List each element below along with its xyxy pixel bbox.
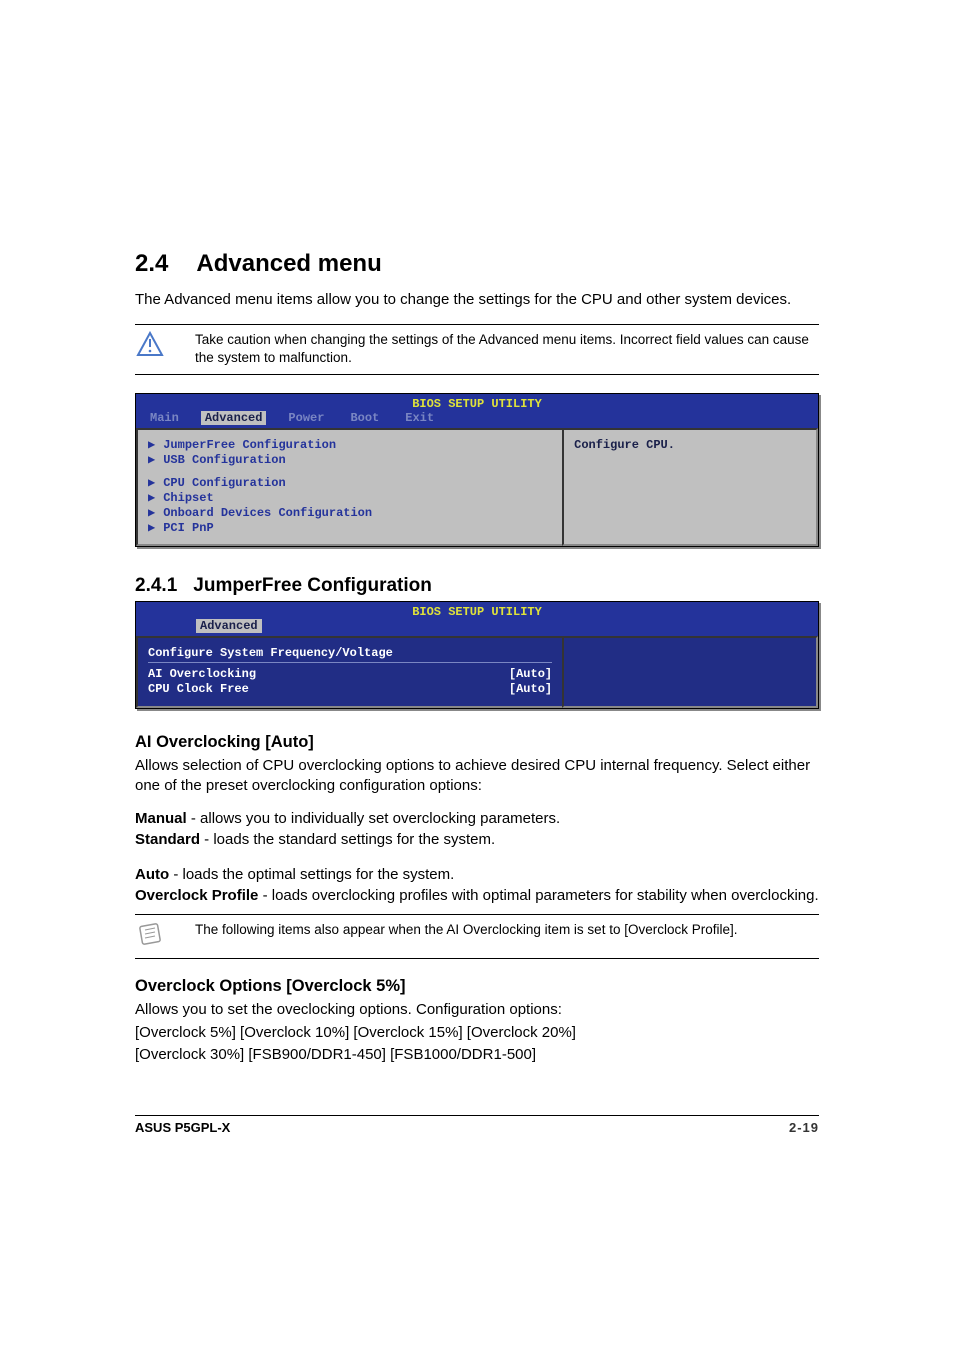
setting-line: [Overclock 30%] [FSB900/DDR1-450] [FSB10…	[135, 1045, 819, 1065]
bios-menu-item: ▶ PCI PnP	[148, 521, 552, 536]
option-name: Manual	[135, 810, 187, 827]
option-desc: - loads overclocking profiles with optim…	[258, 887, 818, 904]
bios-tabs: Main Advanced Power Boot Exit	[136, 411, 818, 428]
bios-setting-value: [Auto]	[509, 682, 552, 698]
bios-setting-value: [Auto]	[509, 667, 552, 683]
setting-heading: AI Overclocking [Auto]	[135, 733, 819, 752]
bios-tab-main: Main	[146, 411, 183, 425]
option-desc: - allows you to individually set overclo…	[187, 810, 561, 827]
bios-help-text: Configure CPU.	[574, 438, 675, 452]
section-title: Advanced menu	[196, 250, 381, 277]
bios-menu-item: ▶ JumperFree Configuration	[148, 438, 552, 453]
note-icon	[135, 921, 173, 952]
caution-block: Take caution when changing the settings …	[135, 324, 819, 374]
bios-menu-item: ▶ Chipset	[148, 491, 552, 506]
option-desc: - loads the optimal settings for the sys…	[169, 866, 454, 883]
bios-menu-item: ▶ USB Configuration	[148, 453, 552, 468]
bios-title: BIOS SETUP UTILITY	[136, 602, 818, 619]
bios-item-label: Onboard Devices Configuration	[163, 506, 372, 521]
option-line: Standard - loads the standard settings f…	[135, 831, 819, 848]
bios-menu-item: ▶ CPU Configuration	[148, 476, 552, 491]
option-name: Standard	[135, 831, 200, 848]
caution-icon	[135, 331, 173, 362]
setting-line: [Overclock 5%] [Overclock 10%] [Overcloc…	[135, 1023, 819, 1043]
bios-tab-advanced: Advanced	[201, 411, 267, 425]
bios-tab-exit: Exit	[401, 411, 438, 425]
caution-text: Take caution when changing the settings …	[173, 331, 819, 367]
subsection-title: JumperFree Configuration	[193, 575, 432, 596]
bios-tab-power: Power	[284, 411, 328, 425]
option-line: Auto - loads the optimal settings for th…	[135, 866, 819, 883]
chevron-right-icon: ▶	[148, 521, 155, 536]
setting-description: Allows selection of CPU overclocking opt…	[135, 756, 819, 797]
section-intro: The Advanced menu items allow you to cha…	[135, 290, 819, 310]
bios-tab-boot: Boot	[346, 411, 383, 425]
subsection-number: 2.4.1	[135, 575, 177, 596]
bios-item-label: JumperFree Configuration	[163, 438, 336, 453]
option-name: Auto	[135, 866, 169, 883]
option-desc: - loads the standard settings for the sy…	[200, 831, 495, 848]
option-line: Manual - allows you to individually set …	[135, 810, 819, 827]
note-text: The following items also appear when the…	[173, 921, 738, 939]
footer-page-number: 2-19	[789, 1120, 819, 1135]
bios-left-panel: Configure System Frequency/Voltage AI Ov…	[136, 636, 562, 708]
chevron-right-icon: ▶	[148, 506, 155, 521]
footer-product: ASUS P5GPL-X	[135, 1120, 230, 1135]
bios-item-label: USB Configuration	[163, 453, 285, 468]
chevron-right-icon: ▶	[148, 476, 155, 491]
bios-screenshot-jumperfree: BIOS SETUP UTILITY Advanced Configure Sy…	[135, 601, 819, 709]
note-block: The following items also appear when the…	[135, 914, 819, 959]
subsection-heading: 2.4.1 JumperFree Configuration	[135, 575, 819, 597]
bios-item-label: CPU Configuration	[163, 476, 285, 491]
bios-item-label: Chipset	[163, 491, 213, 506]
chevron-right-icon: ▶	[148, 453, 155, 468]
option-name: Overclock Profile	[135, 887, 258, 904]
bios-setting-row: CPU Clock Free [Auto]	[148, 682, 552, 698]
bios-screenshot-advanced-menu: BIOS SETUP UTILITY Main Advanced Power B…	[135, 393, 819, 547]
bios-help-panel	[562, 636, 818, 708]
section-number: 2.4	[135, 250, 168, 278]
section-heading: 2.4 Advanced menu	[135, 250, 819, 278]
page-footer: ASUS P5GPL-X 2-19	[135, 1115, 819, 1135]
bios-menu-item: ▶ Onboard Devices Configuration	[148, 506, 552, 521]
bios-setting-label: CPU Clock Free	[148, 682, 249, 698]
setting-line: Allows you to set the oveclocking option…	[135, 1000, 819, 1020]
bios-help-panel: Configure CPU.	[562, 428, 818, 546]
bios-section-title: Configure System Frequency/Voltage	[148, 646, 552, 663]
chevron-right-icon: ▶	[148, 438, 155, 453]
chevron-right-icon: ▶	[148, 491, 155, 506]
option-line: Overclock Profile - loads overclocking p…	[135, 887, 819, 904]
bios-title: BIOS SETUP UTILITY	[136, 394, 818, 411]
bios-tabs: Advanced	[136, 619, 818, 636]
bios-setting-row: AI Overclocking [Auto]	[148, 667, 552, 683]
bios-tab-advanced: Advanced	[196, 619, 262, 633]
bios-left-panel: ▶ JumperFree Configuration ▶ USB Configura…	[136, 428, 562, 546]
bios-item-label: PCI PnP	[163, 521, 213, 536]
bios-setting-label: AI Overclocking	[148, 667, 256, 683]
setting-heading: Overclock Options [Overclock 5%]	[135, 977, 819, 996]
